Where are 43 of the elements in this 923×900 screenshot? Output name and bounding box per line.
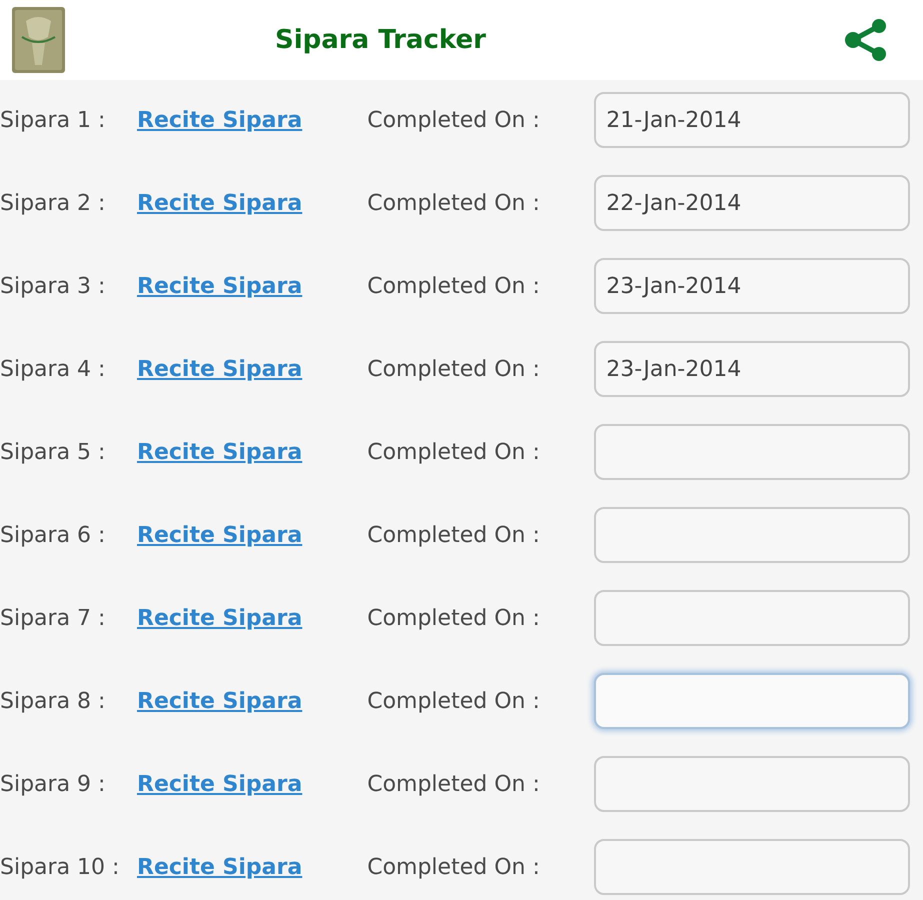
date-field[interactable] xyxy=(594,590,910,646)
recite-link[interactable]: Recite Sipara xyxy=(137,440,302,464)
sipara-label: Sipara 10 : xyxy=(0,854,120,880)
app-logo-icon[interactable] xyxy=(12,7,65,73)
recite-link[interactable]: Recite Sipara xyxy=(137,274,302,298)
completed-label: Completed On : xyxy=(367,854,541,880)
app-title: Sipara Tracker xyxy=(275,25,487,55)
recite-link[interactable]: Recite Sipara xyxy=(137,772,302,796)
date-field[interactable] xyxy=(594,839,910,895)
completed-label: Completed On : xyxy=(367,522,541,548)
sipara-label: Sipara 1 : xyxy=(0,108,106,132)
date-field[interactable] xyxy=(594,673,910,729)
completed-label: Completed On : xyxy=(367,356,541,382)
sipara-label: Sipara 3 : xyxy=(0,274,106,298)
sipara-label: Sipara 7 : xyxy=(0,606,106,630)
sipara-label: Sipara 4 : xyxy=(0,356,106,382)
sipara-label: Sipara 9 : xyxy=(0,772,106,796)
recite-link[interactable]: Recite Sipara xyxy=(137,688,302,714)
date-field[interactable] xyxy=(594,507,910,563)
date-field[interactable]: 23-Jan-2014 xyxy=(594,258,910,314)
sipara-label: Sipara 8 : xyxy=(0,688,106,714)
date-field[interactable] xyxy=(594,756,910,812)
completed-label: Completed On : xyxy=(367,688,541,714)
sipara-label: Sipara 6 : xyxy=(0,522,106,548)
completed-label: Completed On : xyxy=(367,108,541,132)
recite-link[interactable]: Recite Sipara xyxy=(137,522,302,548)
completed-label: Completed On : xyxy=(367,606,541,630)
recite-link[interactable]: Recite Sipara xyxy=(137,606,302,630)
sipara-label: Sipara 2 : xyxy=(0,190,106,216)
sipara-label: Sipara 5 : xyxy=(0,440,106,464)
recite-link[interactable]: Recite Sipara xyxy=(137,108,302,132)
recite-link[interactable]: Recite Sipara xyxy=(137,854,302,880)
date-field[interactable]: 22-Jan-2014 xyxy=(594,175,910,231)
recite-link[interactable]: Recite Sipara xyxy=(137,190,302,216)
date-field[interactable] xyxy=(594,424,910,480)
share-icon[interactable] xyxy=(844,18,888,62)
completed-label: Completed On : xyxy=(367,772,541,796)
date-field[interactable]: 23-Jan-2014 xyxy=(594,341,910,397)
completed-label: Completed On : xyxy=(367,440,541,464)
date-field[interactable]: 21-Jan-2014 xyxy=(594,92,910,148)
recite-link[interactable]: Recite Sipara xyxy=(137,356,302,382)
completed-label: Completed On : xyxy=(367,274,541,298)
completed-label: Completed On : xyxy=(367,190,541,216)
